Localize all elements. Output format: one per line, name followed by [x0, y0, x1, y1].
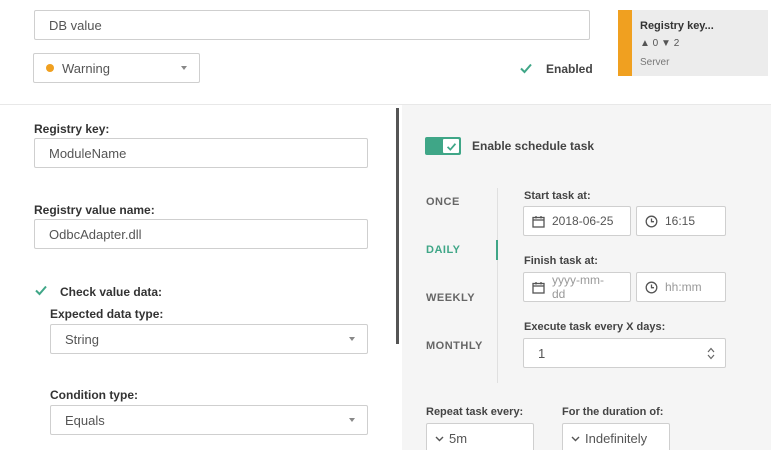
duration-label: For the duration of:	[562, 406, 664, 418]
chevron-down-icon	[435, 436, 444, 442]
chevron-down-icon	[349, 337, 355, 341]
top-area: DB value Warning Enabled Registry key...…	[0, 0, 771, 104]
chevron-down-icon	[571, 436, 580, 442]
calendar-icon	[532, 282, 545, 294]
finish-time-placeholder: hh:mm	[665, 280, 702, 294]
check-icon	[443, 139, 459, 153]
duration-select[interactable]: Indefinitely	[562, 423, 670, 450]
registry-key-label: Registry key:	[34, 122, 110, 136]
tab-daily[interactable]: DAILY	[426, 244, 461, 256]
registry-key-input[interactable]: ModuleName	[34, 138, 368, 168]
db-value-text: DB value	[49, 17, 102, 33]
severity-select[interactable]: Warning	[33, 53, 200, 83]
card-subtitle: Server	[640, 57, 670, 68]
start-date-input[interactable]: 2018-06-25	[523, 206, 631, 236]
registry-value-name-label: Registry value name:	[34, 203, 155, 217]
expected-type-value: String	[65, 331, 99, 347]
chevron-down-icon	[181, 66, 187, 70]
check-value-checkbox[interactable]	[34, 283, 48, 297]
active-tab-indicator	[496, 240, 498, 260]
execute-every-label: Execute task every X days:	[524, 321, 666, 333]
start-time-value: 16:15	[665, 214, 696, 228]
enable-schedule-toggle[interactable]	[425, 137, 461, 155]
finish-task-label: Finish task at:	[524, 255, 598, 267]
check-value-label: Check value data:	[60, 285, 163, 299]
start-time-input[interactable]: 16:15	[636, 206, 726, 236]
duration-value: Indefinitely	[585, 430, 648, 446]
enabled-checkbox[interactable]	[519, 61, 533, 75]
start-task-label: Start task at:	[524, 190, 591, 202]
db-value-input[interactable]: DB value	[34, 10, 590, 40]
registry-key-value: ModuleName	[49, 145, 127, 161]
enabled-label: Enabled	[546, 62, 593, 76]
registry-value-name-value: OdbcAdapter.dll	[49, 226, 142, 242]
execute-every-stepper[interactable]: 1	[523, 338, 726, 368]
pane-splitter[interactable]	[396, 108, 399, 344]
chevron-down-icon	[349, 418, 355, 422]
warning-dot-icon	[46, 64, 54, 72]
calendar-icon	[532, 216, 545, 228]
card-counts: ▲ 0 ▼ 2	[640, 38, 680, 49]
repeat-task-select[interactable]: 5m	[426, 423, 534, 450]
registry-value-name-input[interactable]: OdbcAdapter.dll	[34, 219, 368, 249]
finish-time-input[interactable]: hh:mm	[636, 272, 726, 302]
tab-monthly[interactable]: MONTHLY	[426, 340, 483, 352]
tab-divider	[497, 188, 498, 383]
finish-date-placeholder: yyyy-mm-dd	[552, 273, 604, 301]
condition-type-value: Equals	[65, 412, 105, 428]
clock-icon	[645, 215, 658, 228]
repeat-task-label: Repeat task every:	[426, 406, 524, 418]
card-title: Registry key...	[640, 20, 714, 32]
repeat-task-value: 5m	[449, 430, 468, 446]
expected-type-select[interactable]: String	[50, 324, 368, 354]
spinner-icon[interactable]	[707, 347, 715, 360]
condition-type-label: Condition type:	[50, 388, 138, 402]
expected-type-label: Expected data type:	[50, 307, 164, 321]
clock-icon	[645, 281, 658, 294]
execute-every-value: 1	[538, 345, 546, 361]
start-date-value: 2018-06-25	[552, 214, 614, 228]
warning-stripe	[618, 10, 632, 76]
tab-once[interactable]: ONCE	[426, 196, 460, 208]
enable-schedule-label: Enable schedule task	[472, 139, 595, 153]
finish-date-input[interactable]: yyyy-mm-dd	[523, 272, 631, 302]
severity-value: Warning	[62, 60, 110, 76]
tab-weekly[interactable]: WEEKLY	[426, 292, 475, 304]
condition-type-select[interactable]: Equals	[50, 405, 368, 435]
registry-key-card[interactable]: Registry key... ▲ 0 ▼ 2 Server	[618, 10, 768, 76]
